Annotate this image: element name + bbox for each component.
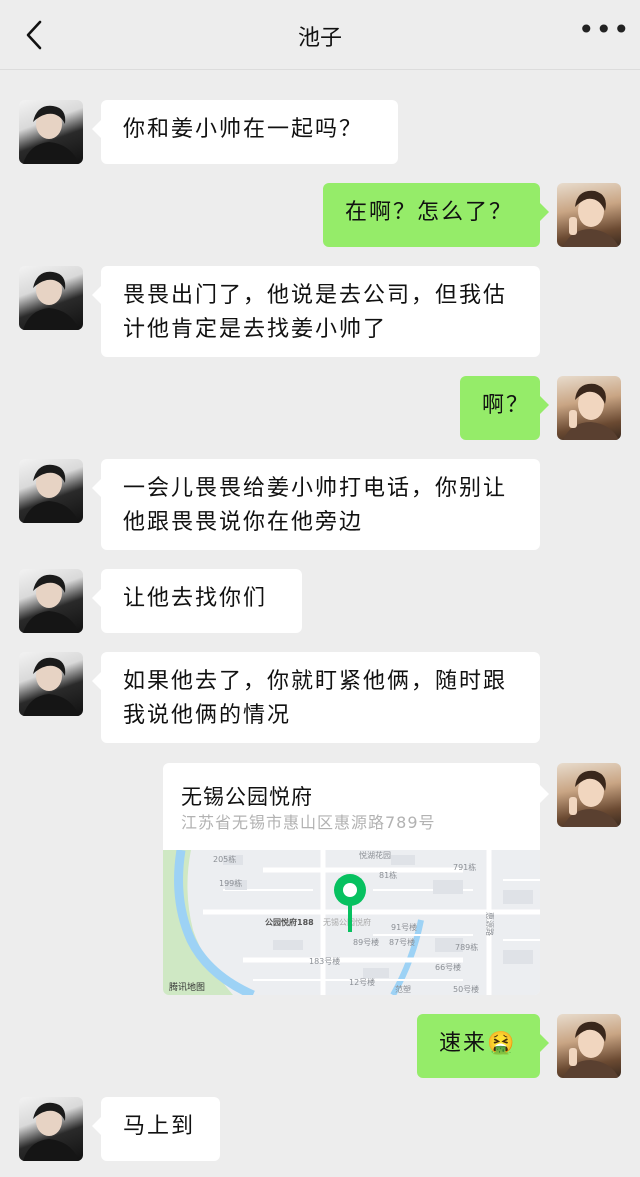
contact-avatar[interactable] [19,652,83,716]
location-card[interactable]: 无锡公园悦府 江苏省无锡市惠山区惠源路789号 悦湖花园 205栋 199栋 8… [163,763,540,995]
location-name: 无锡公园悦府 [181,785,313,809]
message-text: 速来 [439,1031,488,1056]
message-bubble-incoming[interactable]: 让他去找你们 [92,569,302,633]
map-label: 50号楼 [453,984,479,994]
message-bubble-incoming[interactable]: 畏畏出门了，他说是去公司，但我估计他肯定是去找姜小帅了 [92,266,540,357]
more-dots-icon: ••• [578,13,631,46]
emoji: 🤮 [487,1031,517,1056]
message-text: 如果他去了，你就盯紧他俩，随时跟我说他俩的情况 [123,669,508,728]
map-label: 81栋 [379,870,397,880]
map-label: 范塑 [395,984,411,994]
map-label: 789栋 [455,942,478,952]
map-label: 无锡公园悦府 [323,917,371,927]
map-brand: 腾讯地图 [169,981,205,993]
contact-avatar[interactable] [19,266,83,330]
message-text: 让他去找你们 [123,586,268,611]
map-thumbnail[interactable]: 悦湖花园 205栋 199栋 81栋 791栋 公园悦府188 无锡公园悦府 9… [163,850,540,995]
message-bubble-incoming[interactable]: 一会儿畏畏给姜小帅打电话，你别让他跟畏畏说你在他旁边 [92,459,540,550]
message-bubble-outgoing[interactable]: 速来🤮 [417,1014,549,1078]
message-text: 畏畏出门了，他说是去公司，但我估计他肯定是去找姜小帅了 [123,283,508,342]
contact-avatar[interactable] [19,1097,83,1161]
nav-bar: 池子 ••• [0,0,640,70]
map-label: 12号楼 [349,977,375,987]
map-label: 87号楼 [389,937,415,947]
map-label: 199栋 [219,878,242,888]
message-bubble-incoming[interactable]: 马上到 [92,1097,220,1161]
map-label: 791栋 [453,862,476,872]
message-bubble-outgoing[interactable]: 啊？ [460,376,549,440]
bubble-tail [540,785,549,803]
location-address: 江苏省无锡市惠山区惠源路789号 [181,813,436,832]
message-text: 一会儿畏畏给姜小帅打电话，你别让他跟畏畏说你在他旁边 [123,476,508,535]
message-text: 你和姜小帅在一起吗？ [123,117,364,142]
contact-avatar[interactable] [19,459,83,523]
my-avatar[interactable] [557,763,621,827]
more-button[interactable]: ••• [578,16,630,50]
map-label: 悦湖花园 [359,850,391,860]
my-avatar[interactable] [557,376,621,440]
message-bubble-incoming[interactable]: 你和姜小帅在一起吗？ [92,100,398,164]
message-bubble-outgoing[interactable]: 在啊？怎么了？ [323,183,549,247]
map-label: 91号楼 [391,922,417,932]
message-text: 在啊？怎么了？ [345,200,514,225]
map-label: 205栋 [213,854,236,864]
contact-avatar[interactable] [19,100,83,164]
my-avatar[interactable] [557,1014,621,1078]
my-avatar[interactable] [557,183,621,247]
map-label: 惠源路 [485,912,495,936]
contact-avatar[interactable] [19,569,83,633]
message-bubble-incoming[interactable]: 如果他去了，你就盯紧他俩，随时跟我说他俩的情况 [92,652,540,743]
message-text: 啊？ [482,393,531,418]
message-text: 马上到 [123,1114,196,1139]
map-label: 183号楼 [309,956,340,966]
map-label: 公园悦府188 [265,917,314,927]
chat-title: 池子 [297,26,342,51]
map-label: 66号楼 [435,962,461,972]
map-label: 89号楼 [353,937,379,947]
